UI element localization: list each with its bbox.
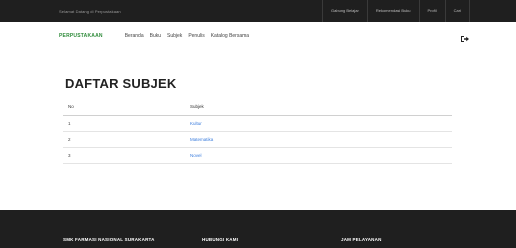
page-title: DAFTAR SUBJEK [65,76,177,91]
main-menu: Beranda Buku Subjek Penulis Katalog Bers… [125,33,255,39]
welcome-text: Selamat Datang di Perpustakaan [59,8,121,14]
table-row: 1 Kultur [63,115,452,132]
header-no: No [63,99,185,116]
menu-subjek[interactable]: Subjek [167,33,182,39]
menu-beranda[interactable]: Beranda [125,33,144,39]
row-no: 3 [63,147,185,164]
top-links: Gabung Belajar Rekomendasi Buku Profil C… [322,0,470,22]
top-link-rekomendasi[interactable]: Rekomendasi Buku [366,0,419,22]
main-navbar: PERPUSTAKAAN Beranda Buku Subjek Penulis… [59,28,470,44]
table-row: 2 Matematika [63,131,452,148]
footer-hours-heading: JAM PELAYANAN [341,237,382,242]
subject-table: No Subjek 1 Kultur 2 Matematika 3 Novel [63,99,452,164]
row-no: 1 [63,115,185,132]
menu-buku[interactable]: Buku [150,33,161,39]
table-row: 3 Novel [63,147,452,164]
top-link-gabung[interactable]: Gabung Belajar [322,0,367,22]
table-header-row: No Subjek [63,99,452,116]
subject-link[interactable]: Matematika [190,137,213,142]
subject-link[interactable]: Novel [190,153,202,158]
top-bar: Selamat Datang di Perpustakaan Gabung Be… [0,0,516,22]
header-subjek: Subjek [185,99,452,116]
top-link-profil[interactable]: Profil [418,0,445,22]
top-link-cari[interactable]: Cari [444,0,470,22]
brand-logo[interactable]: PERPUSTAKAAN [59,33,103,39]
menu-katalog[interactable]: Katalog Bersama [211,33,249,39]
row-no: 2 [63,131,185,148]
subject-link[interactable]: Kultur [190,121,202,126]
logout-icon[interactable] [460,31,470,42]
footer: SMK FARMASI NASIONAL SURAKARTA HUBUNGI K… [0,210,516,248]
footer-contact-heading: HUBUNGI KAMI [202,237,239,242]
menu-penulis[interactable]: Penulis [188,33,204,39]
footer-school-heading: SMK FARMASI NASIONAL SURAKARTA [63,237,155,242]
